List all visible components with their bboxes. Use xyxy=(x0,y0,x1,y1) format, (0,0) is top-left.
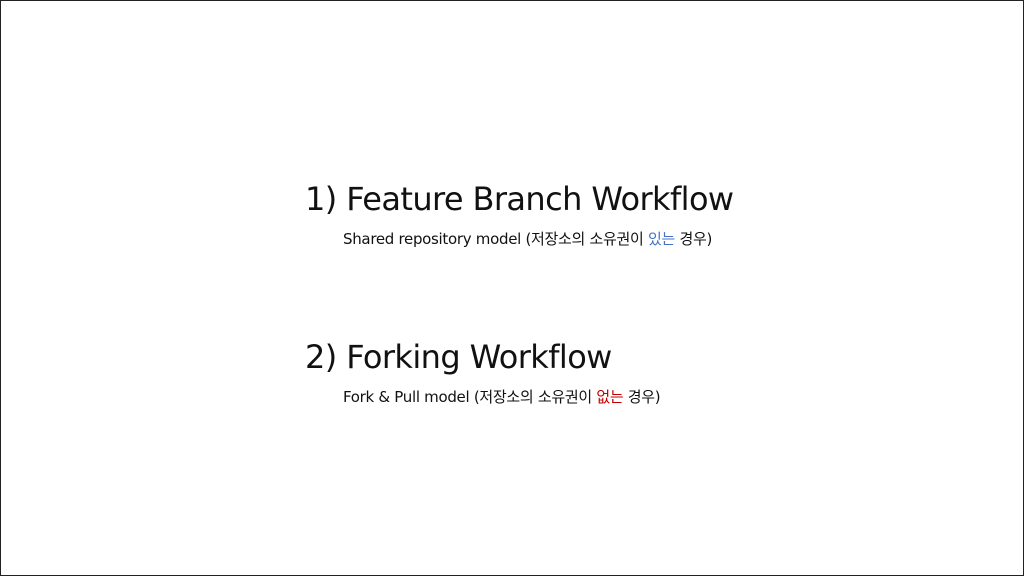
section-forking-workflow: 2) Forking Workflow Fork & Pull model (저… xyxy=(305,337,661,407)
slide: 1) Feature Branch Workflow Shared reposi… xyxy=(0,0,1024,576)
subtitle-text: Fork & Pull model (저장소의 소유권이 xyxy=(343,388,597,406)
section-heading: 1) Feature Branch Workflow xyxy=(305,180,734,218)
subtitle-highlight: 있는 xyxy=(647,230,675,248)
section-heading: 2) Forking Workflow xyxy=(305,338,612,376)
section-subtitle: Shared repository model (저장소의 소유권이 있는 경우… xyxy=(343,229,734,249)
section-subtitle: Fork & Pull model (저장소의 소유권이 없는 경우) xyxy=(343,387,661,407)
subtitle-text-end: 경우) xyxy=(674,230,713,248)
subtitle-text: Shared repository model (저장소의 소유권이 xyxy=(343,230,648,248)
subtitle-highlight: 없는 xyxy=(596,388,624,406)
subtitle-text-end: 경우) xyxy=(623,388,661,406)
section-feature-branch-workflow: 1) Feature Branch Workflow Shared reposi… xyxy=(305,179,734,249)
